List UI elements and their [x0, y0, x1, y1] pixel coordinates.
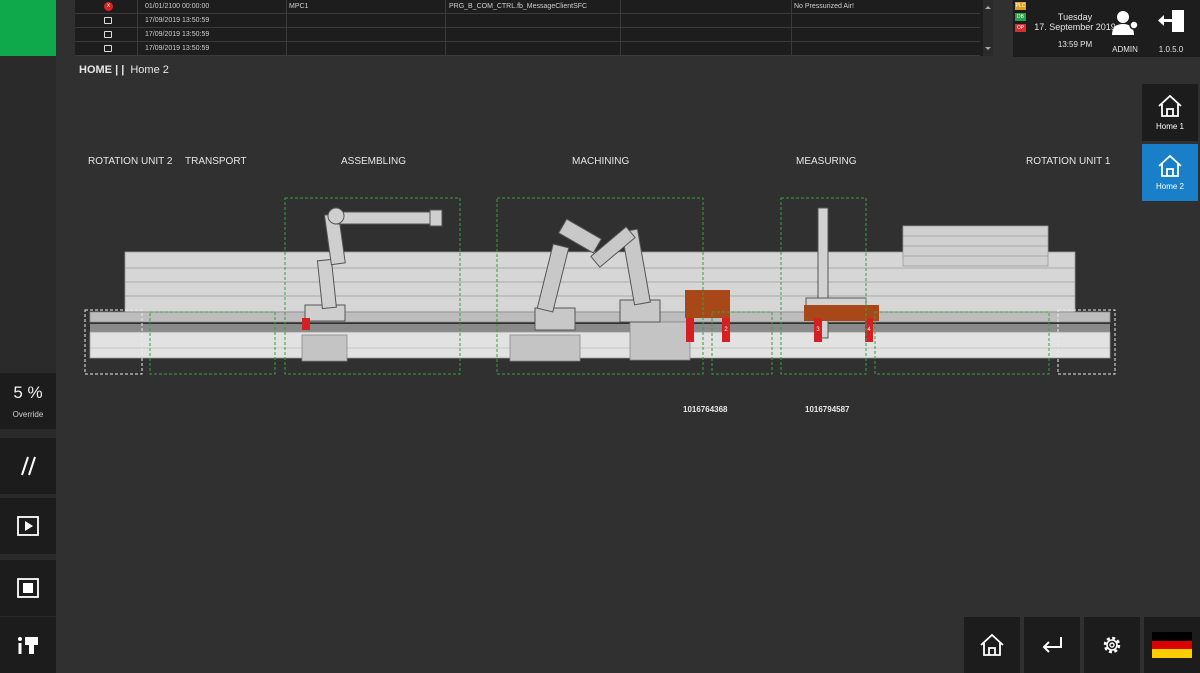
logout-icon[interactable]	[1158, 9, 1186, 33]
breadcrumb: HOME | | Home 2	[79, 64, 169, 76]
station-label-assembling: ASSEMBLING	[341, 156, 407, 167]
german-flag-icon	[1152, 632, 1192, 658]
settings-button[interactable]	[1084, 617, 1140, 673]
override-display[interactable]: 5 % Override	[0, 373, 56, 429]
production-line-view: 2 3 4	[84, 197, 1116, 375]
back-arrow-icon	[1042, 637, 1062, 653]
back-button[interactable]	[1024, 617, 1080, 673]
table-row[interactable]: 17/09/2019 13:50:59	[75, 42, 980, 56]
table-row[interactable]: x 01/01/2100 00:00:00 MPC1 PRG_B_COM_CTR…	[75, 0, 980, 14]
book-icon	[104, 17, 112, 24]
station-label-rotation-unit-1: ROTATION UNIT 1	[1026, 156, 1111, 167]
message-table[interactable]: x 01/01/2100 00:00:00 MPC1 PRG_B_COM_CTR…	[75, 0, 993, 56]
language-button[interactable]	[1144, 617, 1200, 673]
station-label-transport: TRANSPORT	[185, 156, 247, 167]
error-icon: x	[104, 2, 113, 11]
pause-slash-icon	[21, 456, 36, 476]
carrier-marker	[686, 318, 694, 342]
message-timestamp: 17/09/2019 13:50:59	[145, 17, 210, 24]
book-icon	[104, 31, 112, 38]
system-status-indicator	[0, 0, 56, 56]
home-icon	[1158, 94, 1182, 117]
conveyor-track	[89, 311, 1111, 359]
breadcrumb-current: Home 2	[130, 64, 169, 76]
home-button[interactable]	[964, 617, 1020, 673]
stop-icon	[17, 578, 39, 598]
message-scrollbar[interactable]	[983, 0, 993, 56]
message-timestamp: 17/09/2019 13:50:59	[145, 45, 210, 52]
table-row[interactable]: 17/09/2019 13:50:59	[75, 28, 980, 42]
home-icon	[1158, 154, 1182, 177]
date-full: 17. September 2019	[1034, 22, 1116, 32]
nav-home-2[interactable]: Home 2	[1142, 144, 1198, 201]
message-module: PRG_B_COM_CTRL.fb_MessageClientSFC	[449, 3, 588, 10]
workpiece-id-label: 1016764368	[683, 405, 728, 414]
station-label-measuring: MEASURING	[796, 156, 857, 167]
book-icon	[104, 45, 112, 52]
pause-button[interactable]	[0, 438, 56, 494]
gear-icon	[1103, 636, 1121, 654]
station-label-rotation-unit-2: ROTATION UNIT 2	[88, 156, 173, 167]
message-timestamp: 01/01/2100 00:00:00	[145, 3, 210, 10]
user-label: ADMIN	[1112, 45, 1138, 54]
info-button[interactable]	[0, 617, 56, 673]
start-button[interactable]	[0, 498, 56, 554]
breadcrumb-separator: | |	[115, 64, 125, 76]
workpiece-id-label: 1016794587	[805, 405, 850, 414]
plc-indicator: PLC	[1015, 2, 1026, 10]
nav-home-2-label: Home 2	[1155, 182, 1184, 191]
scroll-up-icon[interactable]	[985, 3, 991, 9]
op-indicator: OP	[1015, 24, 1026, 32]
message-text: No Pressurized Air!	[794, 3, 854, 10]
version-label: 1.0.5.0	[1158, 45, 1184, 54]
nav-home-1[interactable]: Home 1	[1142, 84, 1198, 141]
info-panel: PLC DB OP Tuesday 17. September 2019 13:…	[1013, 0, 1200, 57]
message-timestamp: 17/09/2019 13:50:59	[145, 31, 210, 38]
table-row[interactable]: 17/09/2019 13:50:59	[75, 14, 980, 28]
stop-button[interactable]	[0, 560, 56, 616]
machine-info-icon	[18, 637, 38, 654]
nav-home-1-label: Home 1	[1155, 122, 1184, 131]
override-value: 5 %	[13, 383, 43, 402]
scroll-down-icon[interactable]	[985, 47, 991, 53]
date-day: Tuesday	[1057, 12, 1093, 22]
db-indicator: DB	[1015, 13, 1026, 21]
override-label: Override	[12, 410, 44, 419]
home-icon	[980, 633, 1004, 656]
user-icon[interactable]	[1110, 8, 1140, 36]
carrier-marker	[302, 318, 310, 330]
message-source: MPC1	[289, 3, 309, 10]
station-label-machining: MACHINING	[572, 156, 630, 167]
breadcrumb-root[interactable]: HOME	[79, 64, 112, 76]
play-icon	[17, 516, 39, 536]
